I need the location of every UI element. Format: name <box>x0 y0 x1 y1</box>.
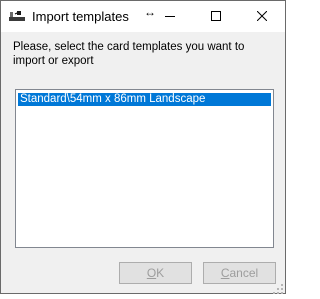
close-icon <box>256 8 268 26</box>
minimize-button[interactable] <box>147 1 193 32</box>
instructions-text: Please, select the card templates you wa… <box>13 41 245 67</box>
ok-button[interactable]: OK <box>119 262 192 284</box>
window-title: Import templates <box>32 9 129 24</box>
title-bar[interactable]: Import templates ↔ <box>1 1 285 32</box>
maximize-button[interactable] <box>193 1 239 32</box>
card-templates-icon <box>8 10 26 22</box>
ok-button-label-rest: K <box>156 266 165 280</box>
minimize-icon <box>165 8 175 26</box>
templates-listbox[interactable]: Standard\54mm x 86mm Landscape <box>15 89 274 248</box>
import-templates-dialog: Import templates ↔ Please, select the ca… <box>0 0 286 294</box>
cancel-button[interactable]: Cancel <box>203 262 276 284</box>
template-list-item[interactable]: Standard\54mm x 86mm Landscape <box>18 93 271 106</box>
resize-grip-icon[interactable] <box>273 281 283 294</box>
cancel-button-label-rest: ancel <box>229 266 259 280</box>
ok-button-mnemonic: O <box>146 266 157 280</box>
close-button[interactable] <box>239 1 285 32</box>
maximize-icon <box>211 8 221 26</box>
